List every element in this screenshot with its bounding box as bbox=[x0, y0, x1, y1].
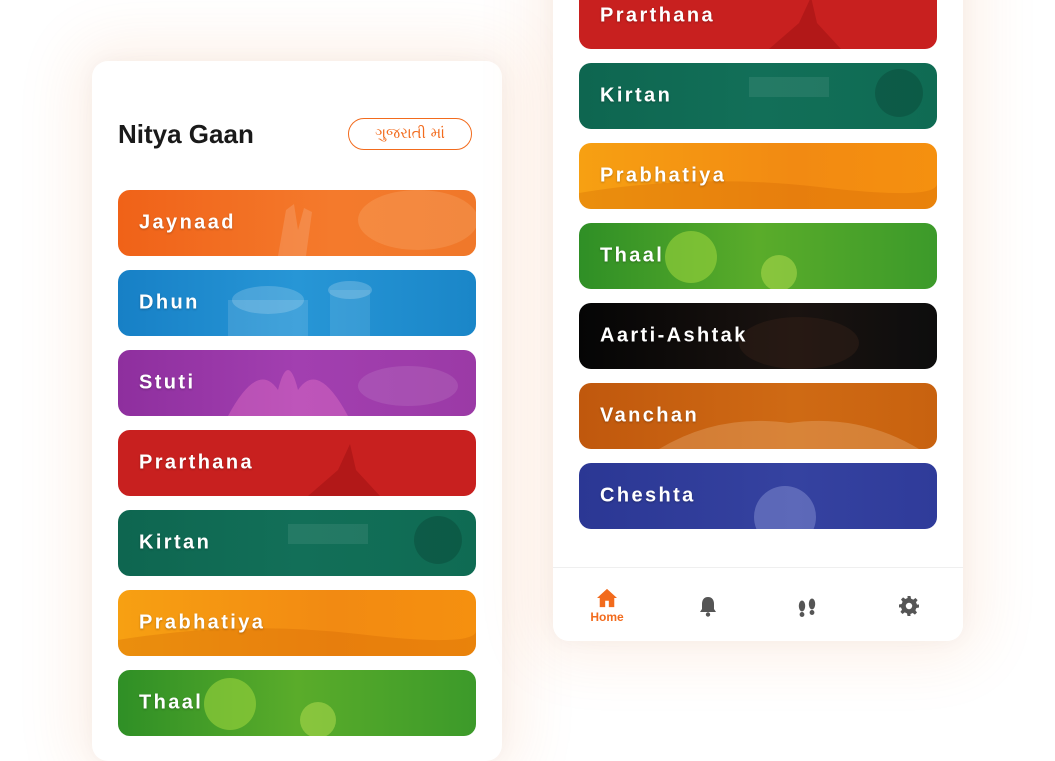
category-card-aarti-ashtak[interactable]: Aarti-Ashtak bbox=[579, 303, 937, 369]
category-card-kirtan[interactable]: Kirtan bbox=[579, 63, 937, 129]
home-icon bbox=[597, 588, 617, 608]
category-card-jaynaad[interactable]: Jaynaad bbox=[118, 190, 476, 256]
category-card-stuti[interactable]: Stuti bbox=[118, 350, 476, 416]
category-label: Cheshta bbox=[600, 484, 696, 507]
category-label: Prarthana bbox=[139, 451, 254, 474]
category-label: Prabhatiya bbox=[600, 164, 727, 187]
category-label: Aarti-Ashtak bbox=[600, 324, 748, 347]
page-title: Nitya Gaan bbox=[118, 119, 254, 149]
category-label: Thaal bbox=[139, 691, 204, 714]
category-card-thaal[interactable]: Thaal bbox=[118, 670, 476, 736]
nav-home-label: Home bbox=[590, 610, 624, 624]
category-list: Prarthana Kirtan Prabhatiya Thaal Aarti-… bbox=[579, 0, 937, 543]
category-label: Kirtan bbox=[139, 531, 212, 554]
category-label: Jaynaad bbox=[139, 211, 236, 234]
language-toggle-button[interactable]: ગુજરાતી માં bbox=[348, 118, 472, 150]
footprints-icon bbox=[798, 598, 816, 617]
category-card-vanchan[interactable]: Vanchan bbox=[579, 383, 937, 449]
category-card-prabhatiya[interactable]: Prabhatiya bbox=[579, 143, 937, 209]
category-label: Stuti bbox=[139, 371, 196, 394]
bell-icon bbox=[700, 597, 716, 617]
category-card-prarthana[interactable]: Prarthana bbox=[579, 0, 937, 49]
nav-home[interactable]: Home bbox=[557, 568, 657, 641]
category-list: Jaynaad Dhun Stuti Prarthana Kirtan Prab… bbox=[118, 190, 476, 750]
nav-notifications[interactable] bbox=[658, 568, 758, 641]
category-card-kirtan[interactable]: Kirtan bbox=[118, 510, 476, 576]
category-card-prabhatiya[interactable]: Prabhatiya bbox=[118, 590, 476, 656]
right-phone-screen: Prarthana Kirtan Prabhatiya Thaal Aarti-… bbox=[553, 0, 963, 641]
bottom-navigation: Home bbox=[553, 567, 963, 641]
gear-icon bbox=[899, 596, 919, 616]
category-label: Vanchan bbox=[600, 404, 700, 427]
category-label: Prabhatiya bbox=[139, 611, 266, 634]
category-label: Kirtan bbox=[600, 84, 673, 107]
category-label: Dhun bbox=[139, 291, 200, 314]
nav-steps[interactable] bbox=[757, 568, 857, 641]
category-label: Prarthana bbox=[600, 4, 715, 27]
category-label: Thaal bbox=[600, 244, 665, 267]
category-card-cheshta[interactable]: Cheshta bbox=[579, 463, 937, 529]
category-card-prarthana[interactable]: Prarthana bbox=[118, 430, 476, 496]
left-phone-screen: Nitya Gaan ગુજરાતી માં Jaynaad Dhun Stut… bbox=[92, 61, 502, 761]
category-card-thaal[interactable]: Thaal bbox=[579, 223, 937, 289]
category-card-dhun[interactable]: Dhun bbox=[118, 270, 476, 336]
nav-settings[interactable] bbox=[859, 568, 959, 641]
